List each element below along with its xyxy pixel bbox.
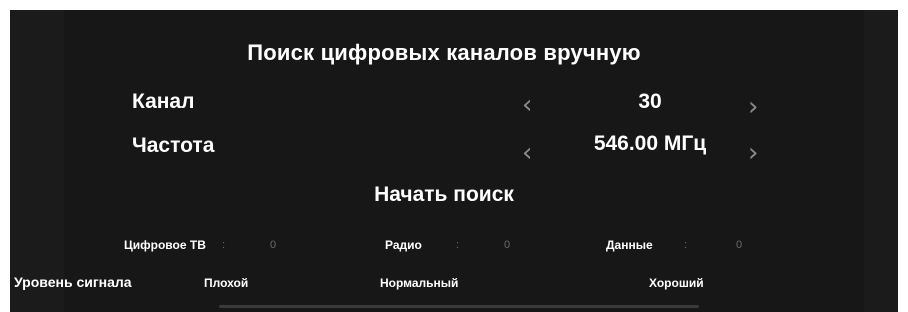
stat-data-label: Данные xyxy=(606,238,653,252)
channel-next-chevron-right-icon[interactable]: › xyxy=(748,94,758,120)
dialog-title: Поиск цифровых каналов вручную xyxy=(247,40,641,65)
signal-strength-bar xyxy=(219,305,699,308)
frequency-prev-chevron-left-icon[interactable]: ‹ xyxy=(522,140,532,166)
signal-level-poor: Плохой xyxy=(204,276,249,290)
stat-digital-tv-value: 0 xyxy=(270,239,277,251)
stat-radio-separator: : xyxy=(456,239,460,251)
start-scan-button[interactable]: Начать поиск xyxy=(10,183,878,207)
channel-value[interactable]: 30 xyxy=(580,90,720,114)
signal-level-normal: Нормальный xyxy=(380,276,459,290)
stat-digital-tv-label: Цифровое ТВ xyxy=(124,238,206,252)
stat-radio-label: Радио xyxy=(385,238,422,252)
stat-data-value: 0 xyxy=(736,239,743,251)
stat-data-separator: : xyxy=(684,239,688,251)
channel-prev-chevron-left-icon[interactable]: ‹ xyxy=(522,92,532,118)
signal-level-label: Уровень сигнала xyxy=(14,274,132,290)
channel-label: Канал xyxy=(132,90,195,113)
stat-digital-tv-separator: : xyxy=(222,239,226,251)
frequency-label: Частота xyxy=(132,134,215,157)
stat-radio-value: 0 xyxy=(504,239,511,251)
frequency-next-chevron-right-icon[interactable]: › xyxy=(748,140,758,166)
tv-screen: Поиск цифровых каналов вручную Канал ‹ 3… xyxy=(10,10,898,312)
signal-level-good: Хороший xyxy=(649,276,704,290)
frequency-value[interactable]: 546.00 МГц xyxy=(570,132,730,156)
